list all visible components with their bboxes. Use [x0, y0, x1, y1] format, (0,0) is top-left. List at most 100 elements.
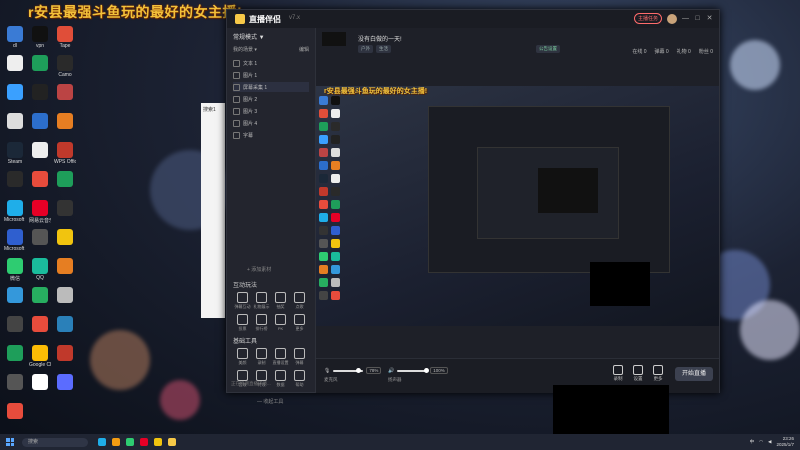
- desktop-icon[interactable]: 网易云音乐: [29, 200, 51, 224]
- room-tag[interactable]: 户外: [358, 45, 373, 53]
- desktop-icon[interactable]: [4, 374, 26, 391]
- visibility-icon[interactable]: [233, 95, 240, 103]
- desktop-icon[interactable]: [54, 316, 76, 333]
- desktop-icon[interactable]: [29, 55, 51, 72]
- desktop-icon[interactable]: [29, 113, 51, 130]
- tool-button[interactable]: 数据: [271, 370, 290, 388]
- desktop-icon[interactable]: [54, 374, 76, 391]
- tool-button[interactable]: 投票: [233, 314, 252, 332]
- desktop-icon[interactable]: 微信: [4, 258, 26, 282]
- tool-button[interactable]: 礼物展示: [252, 292, 271, 310]
- scene-edit-button[interactable]: 编辑: [299, 46, 309, 53]
- start-icon[interactable]: [6, 438, 14, 446]
- room-title[interactable]: 没有白做的一天!: [358, 34, 402, 43]
- taskbar-app-icon[interactable]: [154, 438, 162, 446]
- mic-icon[interactable]: 🎙: [324, 368, 330, 374]
- more-control[interactable]: 更多: [653, 365, 663, 382]
- scene-header-label[interactable]: 我的场景 ▾: [233, 46, 257, 53]
- tool-button[interactable]: 抽奖: [271, 292, 290, 310]
- speaker-slider-knob[interactable]: [424, 367, 430, 373]
- desktop-icon[interactable]: Google Chrome: [29, 345, 51, 368]
- scene-item[interactable]: 图片 1: [233, 70, 309, 80]
- language-indicator[interactable]: 中: [750, 439, 755, 445]
- desktop-icon[interactable]: [4, 84, 26, 101]
- tool-button[interactable]: 弹幕: [290, 348, 309, 366]
- preview-canvas[interactable]: r安县最强斗鱼玩的最好的女主播!: [316, 86, 719, 326]
- mic-slider[interactable]: [333, 367, 364, 373]
- clock[interactable]: 23:26 2025/1/7: [776, 436, 794, 448]
- taskbar-app-icon[interactable]: [126, 438, 134, 446]
- scene-item[interactable]: 屏幕采集 1: [233, 82, 309, 92]
- scene-item[interactable]: 图片 4: [233, 118, 309, 128]
- room-cover[interactable]: [322, 32, 346, 46]
- collapse-tools-button[interactable]: — 收起工具: [257, 398, 283, 405]
- taskbar-app-icon[interactable]: [112, 438, 120, 446]
- speaker-icon[interactable]: 🔊: [388, 368, 394, 374]
- desktop-icon[interactable]: Microsoft Edge: [4, 200, 26, 223]
- desktop-icon[interactable]: [29, 316, 51, 333]
- desktop-icon[interactable]: [29, 374, 51, 391]
- record-control[interactable]: 录制: [613, 365, 623, 382]
- taskbar-search[interactable]: 搜索: [22, 437, 88, 447]
- maximize-button[interactable]: □: [694, 15, 701, 22]
- tool-button[interactable]: 点歌: [290, 292, 309, 310]
- close-button[interactable]: ✕: [706, 15, 713, 22]
- wifi-icon[interactable]: ◠: [759, 439, 763, 445]
- scene-item[interactable]: 文本 1: [233, 58, 309, 68]
- volume-icon[interactable]: ◀: [768, 439, 771, 445]
- desktop-icon[interactable]: [54, 345, 76, 362]
- mode-select[interactable]: 常规模式 ▼: [233, 32, 265, 41]
- visibility-icon[interactable]: [233, 119, 240, 127]
- desktop-icon[interactable]: [4, 345, 26, 362]
- scene-item[interactable]: 图片 3: [233, 106, 309, 116]
- visibility-icon[interactable]: [233, 71, 240, 79]
- desktop-icon[interactable]: [4, 55, 26, 72]
- desktop-icon[interactable]: [29, 84, 51, 101]
- add-source-button[interactable]: + 添加素材: [247, 266, 271, 273]
- desktop-icon[interactable]: [4, 316, 26, 333]
- taskbar-app-icon[interactable]: [98, 438, 106, 446]
- desktop-icon[interactable]: [29, 287, 51, 304]
- desktop-icon[interactable]: Microsoft Store: [4, 229, 26, 252]
- desktop-icon[interactable]: [54, 229, 76, 246]
- speaker-slider[interactable]: [397, 367, 430, 373]
- settings-control[interactable]: 设置: [633, 365, 643, 382]
- visibility-icon[interactable]: [233, 131, 240, 139]
- desktop-icon[interactable]: vpn: [29, 26, 51, 49]
- desktop-icon[interactable]: Steam: [4, 142, 26, 165]
- desktop-icon[interactable]: QQ: [29, 258, 51, 281]
- tool-button[interactable]: 美颜: [233, 348, 252, 366]
- task-badge[interactable]: 主播任务: [633, 13, 662, 24]
- tool-button[interactable]: 帮助: [290, 370, 309, 388]
- taskbar-app-icon[interactable]: [168, 438, 176, 446]
- start-live-button[interactable]: 开始直播: [675, 367, 713, 381]
- desktop-icon[interactable]: [54, 287, 76, 304]
- desktop-icon[interactable]: [4, 403, 26, 420]
- desktop-icon[interactable]: Tape: [54, 26, 76, 49]
- desktop-icon[interactable]: WPS Office: [54, 142, 76, 165]
- desktop-icon[interactable]: Camo: [54, 55, 76, 78]
- desktop-icon[interactable]: [54, 171, 76, 188]
- tool-button[interactable]: 直播设置: [271, 348, 290, 366]
- visibility-icon[interactable]: [233, 59, 240, 67]
- room-tag[interactable]: 生活: [376, 45, 391, 53]
- desktop-icon[interactable]: [54, 258, 76, 275]
- scene-item[interactable]: 图片 2: [233, 94, 309, 104]
- announcement-tag[interactable]: 公告设置: [536, 45, 560, 53]
- user-avatar[interactable]: [667, 13, 677, 24]
- desktop-icon[interactable]: [4, 287, 26, 304]
- tool-button[interactable]: 弹幕互动: [233, 292, 252, 310]
- side-window[interactable]: 搜索1: [201, 103, 225, 318]
- scene-item[interactable]: 字幕: [233, 130, 309, 140]
- desktop-icon[interactable]: dl: [4, 26, 26, 49]
- desktop-icon[interactable]: [29, 142, 51, 159]
- visibility-icon[interactable]: [233, 83, 240, 91]
- desktop-icon[interactable]: [54, 200, 76, 217]
- tool-button[interactable]: 更多: [290, 314, 309, 332]
- minimize-button[interactable]: —: [682, 15, 689, 22]
- desktop-icon[interactable]: [29, 171, 51, 188]
- tool-button[interactable]: 排行榜: [252, 314, 271, 332]
- desktop-icon[interactable]: [29, 229, 51, 246]
- taskbar-app-icon[interactable]: [140, 438, 148, 446]
- desktop-icon[interactable]: [54, 84, 76, 101]
